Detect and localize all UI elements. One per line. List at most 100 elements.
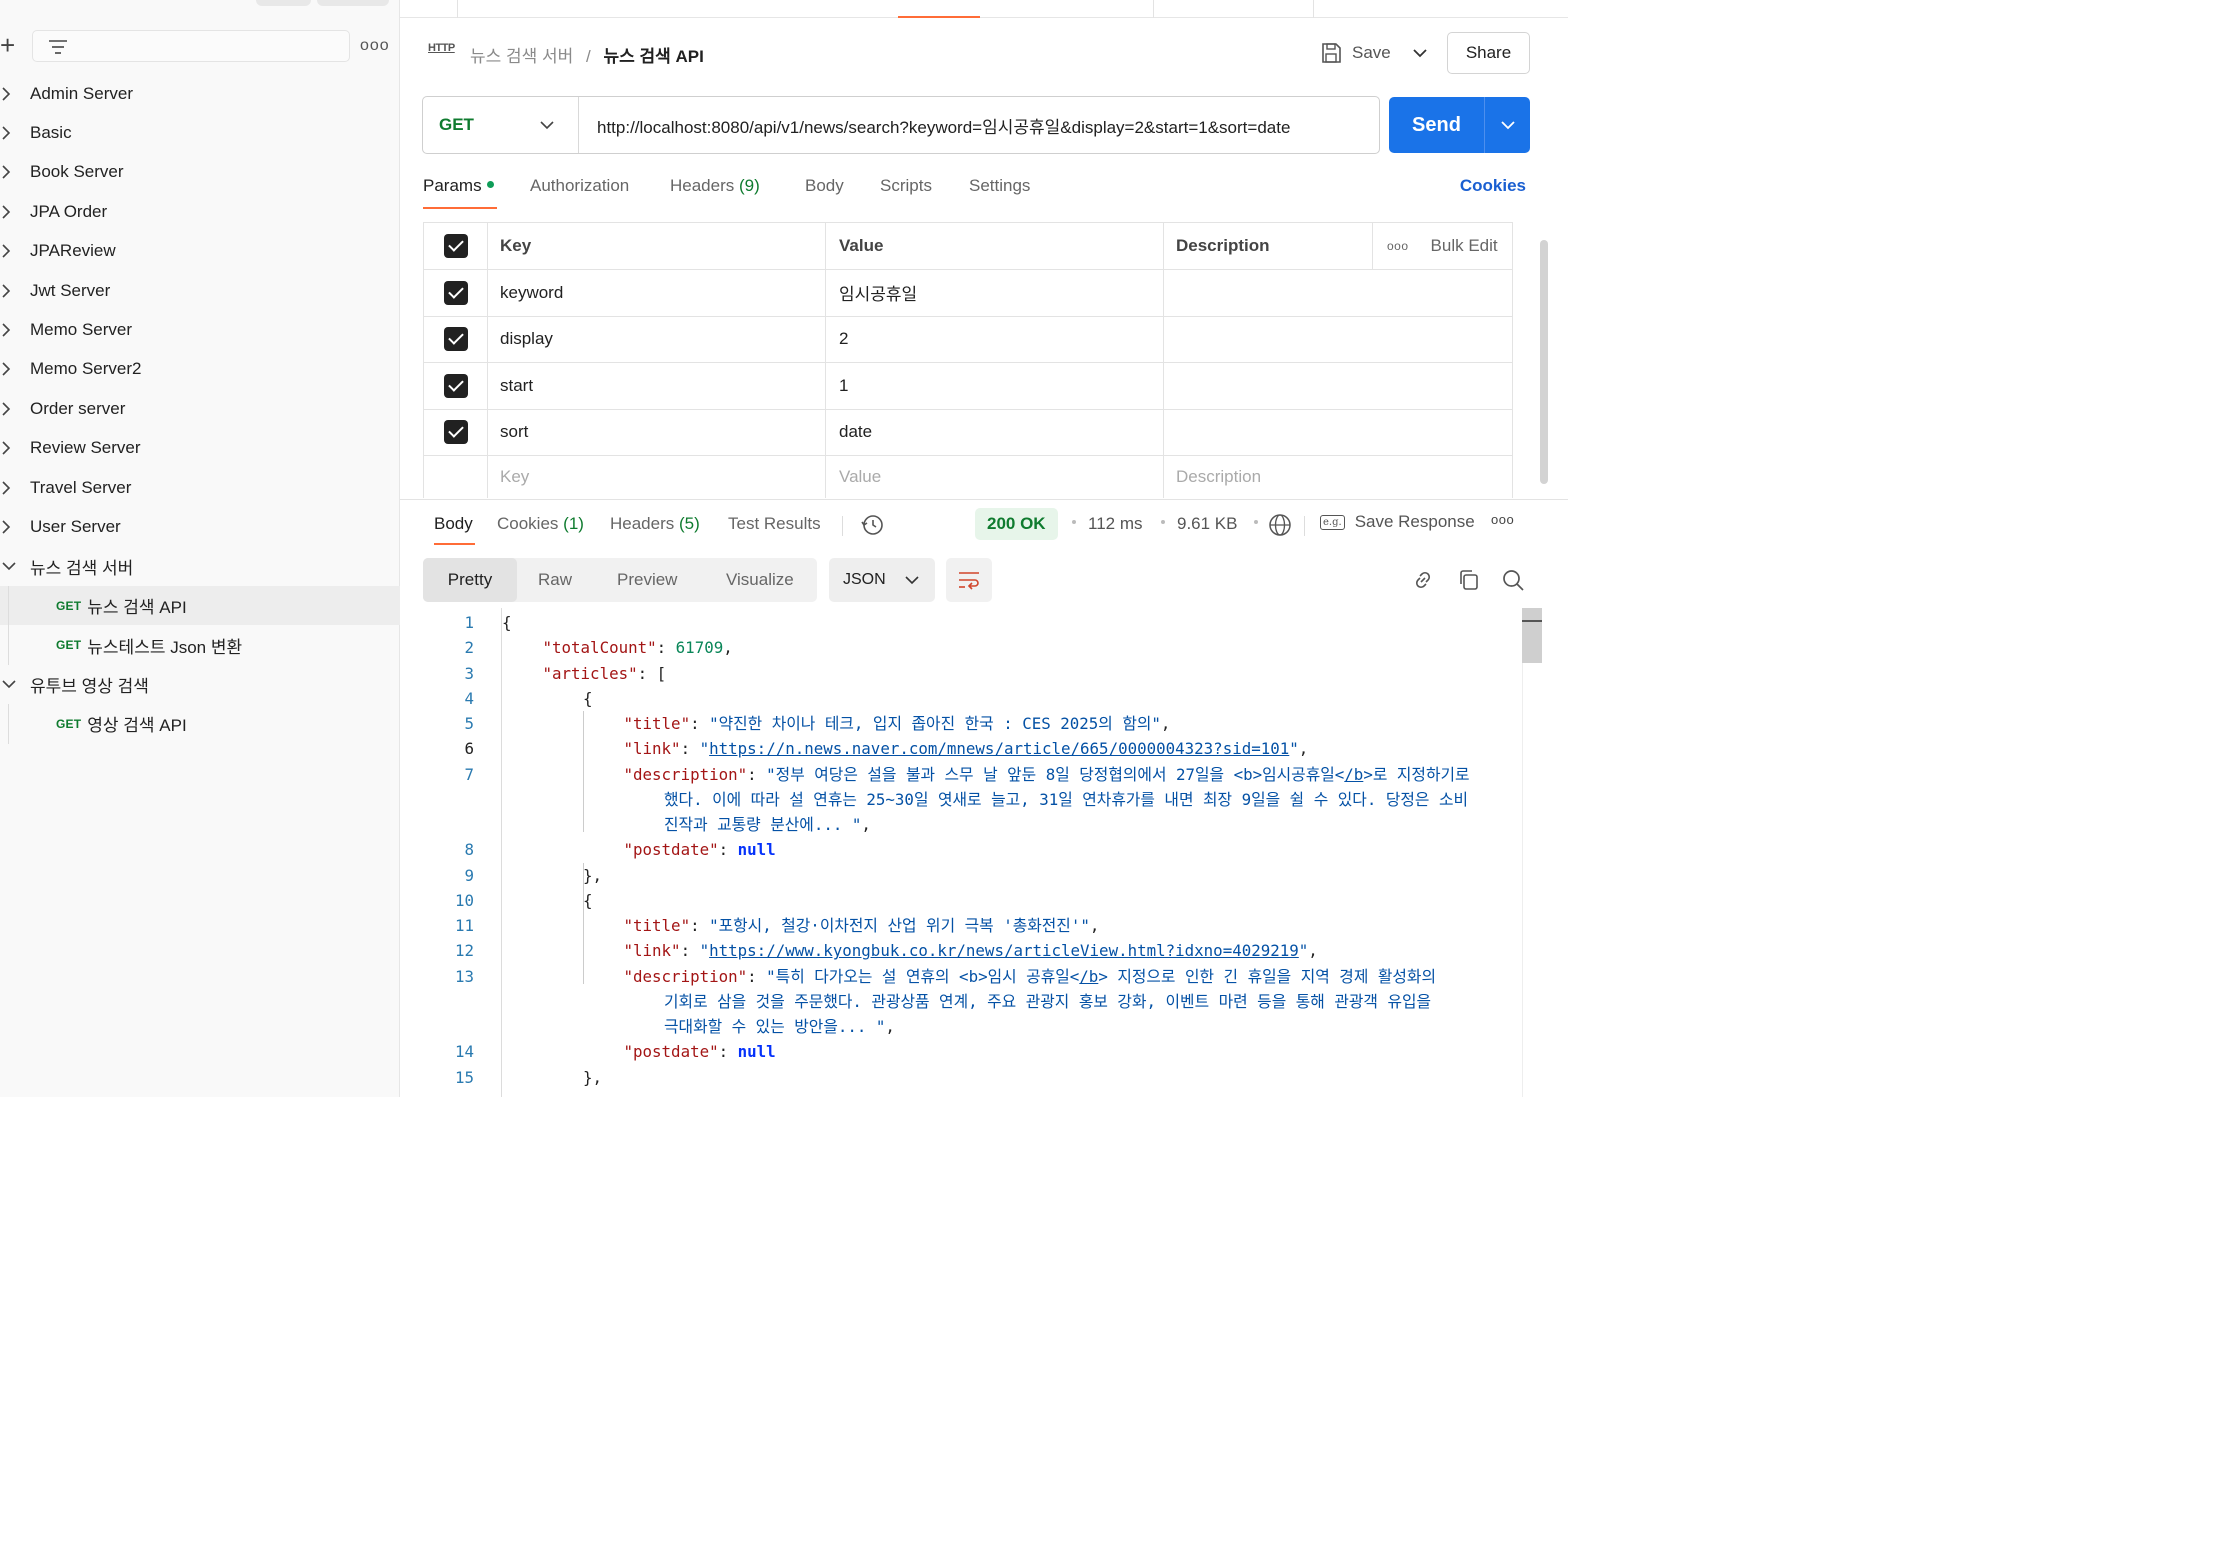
view-raw[interactable]: Raw <box>538 558 572 602</box>
tab-response-headers[interactable]: Headers (5) <box>610 514 700 534</box>
code-token[interactable]: https://n.news.naver.com/mnews/article/6… <box>709 739 1289 758</box>
param-key[interactable]: sort <box>487 408 826 456</box>
expand-toggle[interactable] <box>0 350 30 389</box>
new-key-input[interactable]: Key <box>487 455 826 498</box>
copy-icon[interactable] <box>1457 568 1481 592</box>
view-preview[interactable]: Preview <box>617 558 677 602</box>
tab-settings[interactable]: Settings <box>969 176 1030 196</box>
code-token[interactable]: /b <box>1344 765 1363 784</box>
sidebar-collection-item[interactable]: Admin Server <box>0 74 400 113</box>
param-description[interactable] <box>1163 269 1513 317</box>
sidebar-collection-item[interactable]: Order server <box>0 389 400 428</box>
request-title[interactable]: 뉴스 검색 API <box>604 47 704 66</box>
more-options-icon[interactable]: ooo <box>1387 239 1409 253</box>
cookies-link[interactable]: Cookies <box>1460 176 1526 196</box>
history-icon[interactable] <box>860 513 884 537</box>
expand-toggle[interactable] <box>0 271 30 310</box>
tab-scripts[interactable]: Scripts <box>880 176 932 196</box>
tab-response-body[interactable]: Body <box>434 514 473 534</box>
more-options-icon[interactable]: ooo <box>1491 512 1514 527</box>
save-response-button[interactable]: e.g. Save Response <box>1320 512 1475 532</box>
sidebar-collection-item[interactable]: Travel Server <box>0 468 400 507</box>
code-token[interactable]: https://www.kyongbuk.co.kr/news/articleV… <box>709 941 1299 960</box>
row-checkbox[interactable] <box>443 327 468 352</box>
param-key[interactable]: start <box>487 362 826 410</box>
sidebar-request-item[interactable]: GET 영상 검색 API <box>0 704 400 744</box>
wrap-lines-button[interactable] <box>946 558 992 602</box>
sidebar-collection-item[interactable]: JPA Order <box>0 192 400 231</box>
sidebar-collection-item[interactable]: Jwt Server <box>0 271 400 310</box>
param-description[interactable] <box>1163 362 1513 410</box>
expand-toggle[interactable] <box>0 232 30 271</box>
expand-toggle[interactable] <box>0 114 30 153</box>
select-all-checkbox[interactable] <box>443 234 468 258</box>
view-pretty[interactable]: Pretty <box>423 558 517 602</box>
expand-toggle[interactable] <box>0 547 30 586</box>
sidebar-request-item[interactable]: GET 뉴스테스트 Json 변환 <box>0 625 400 665</box>
params-scrollbar[interactable] <box>1540 240 1548 484</box>
send-button[interactable]: Send <box>1389 97 1530 153</box>
expand-toggle[interactable] <box>0 311 30 350</box>
param-description[interactable] <box>1163 315 1513 363</box>
sidebar-collection-item[interactable]: Book Server <box>0 153 400 192</box>
view-visualize[interactable]: Visualize <box>726 558 794 602</box>
sidebar-top-tab[interactable] <box>317 0 389 6</box>
expand-toggle[interactable] <box>0 153 30 192</box>
new-description-input[interactable]: Description <box>1163 455 1513 498</box>
filter-input[interactable] <box>32 30 350 62</box>
expand-toggle[interactable] <box>0 389 30 428</box>
share-button[interactable]: Share <box>1447 32 1530 74</box>
breadcrumb-parent[interactable]: 뉴스 검색 서버 <box>470 47 573 66</box>
format-select[interactable]: JSON <box>829 558 935 602</box>
param-value[interactable]: 2 <box>825 315 1164 363</box>
expand-toggle[interactable] <box>0 468 30 507</box>
sidebar-collection-item[interactable]: Basic <box>0 113 400 152</box>
sidebar-collection-item[interactable]: User Server <box>0 507 400 546</box>
bulk-edit-button[interactable]: ooo Bulk Edit <box>1372 223 1512 269</box>
sidebar-collection-item[interactable]: Memo Server <box>0 310 400 349</box>
sidebar-top-tab[interactable] <box>256 0 311 6</box>
row-checkbox[interactable] <box>443 420 468 445</box>
send-dropdown-button[interactable] <box>1485 97 1530 153</box>
code-scrollbar[interactable] <box>1522 608 1542 663</box>
tab-params[interactable]: Params <box>423 176 494 196</box>
row-checkbox[interactable] <box>443 280 468 305</box>
expand-toggle[interactable] <box>0 665 30 704</box>
more-options-icon[interactable]: ooo <box>360 34 389 58</box>
tab-body[interactable]: Body <box>805 176 844 196</box>
tab-authorization[interactable]: Authorization <box>530 176 629 196</box>
url-input[interactable] <box>579 97 1379 153</box>
method-select[interactable]: GET <box>423 97 579 153</box>
param-key[interactable]: display <box>487 315 826 363</box>
tab-test-results[interactable]: Test Results <box>728 514 821 534</box>
link-icon[interactable] <box>1411 568 1435 592</box>
param-value[interactable]: 임시공휴일 <box>825 269 1164 317</box>
expand-toggle[interactable] <box>0 192 30 231</box>
param-value[interactable]: 1 <box>825 362 1164 410</box>
sidebar-collection-item[interactable]: Review Server <box>0 429 400 468</box>
expand-toggle[interactable] <box>0 507 30 546</box>
tab-headers[interactable]: Headers (9) <box>670 176 760 196</box>
tab-response-cookies[interactable]: Cookies (1) <box>497 514 584 534</box>
sidebar-collection-item[interactable]: 유투브 영상 검색 <box>0 665 400 704</box>
sidebar-collection-item[interactable]: 뉴스 검색 서버 <box>0 547 400 586</box>
param-value[interactable]: date <box>825 408 1164 456</box>
pane-divider[interactable] <box>400 499 1568 500</box>
save-dropdown-button[interactable] <box>1404 40 1436 66</box>
new-value-input[interactable]: Value <box>825 455 1164 498</box>
row-checkbox[interactable] <box>443 373 468 398</box>
expand-toggle[interactable] <box>0 429 30 468</box>
param-key[interactable]: keyword <box>487 269 826 317</box>
code-token[interactable]: /b <box>1079 967 1098 986</box>
expand-toggle[interactable] <box>0 74 30 113</box>
response-size[interactable]: 9.61 KB <box>1177 514 1238 534</box>
response-time[interactable]: 112 ms <box>1088 514 1143 534</box>
sidebar-collection-item[interactable]: Memo Server2 <box>0 350 400 389</box>
code-scroll-track[interactable] <box>1522 608 1542 1097</box>
globe-icon[interactable] <box>1268 513 1292 537</box>
response-code-editor[interactable]: 1{2 "totalCount": 61709, 3 "articles": [4{5… <box>400 608 1520 1097</box>
save-button[interactable]: Save <box>1320 40 1391 66</box>
plus-icon[interactable]: + <box>0 28 20 64</box>
param-description[interactable] <box>1163 408 1513 456</box>
sidebar-request-item[interactable]: GET 뉴스 검색 API <box>0 586 400 626</box>
